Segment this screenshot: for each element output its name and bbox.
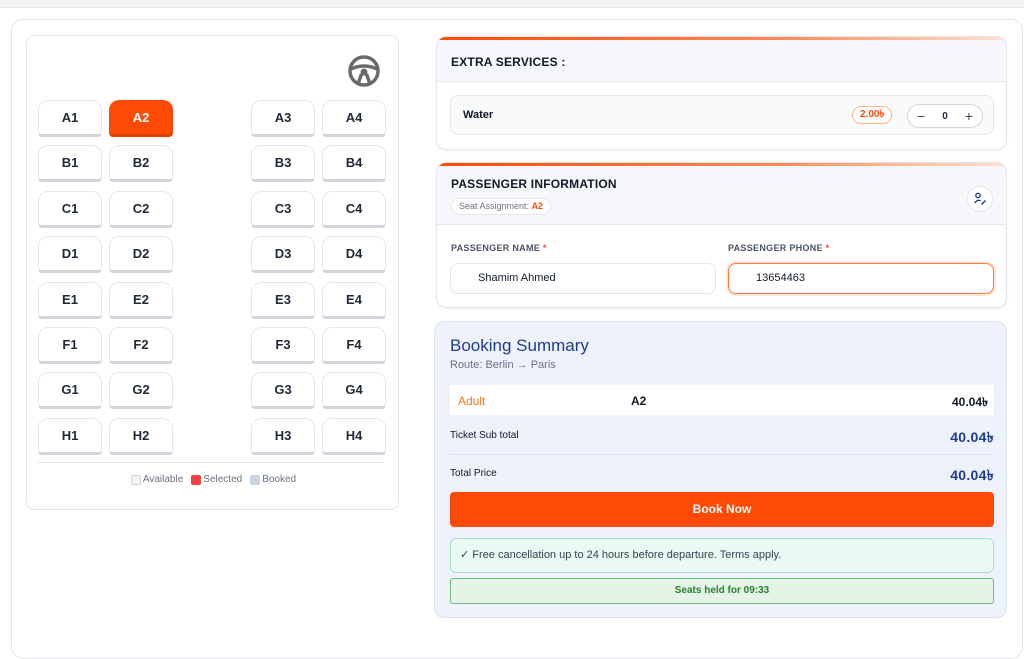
- seat-e2[interactable]: E2: [109, 282, 173, 319]
- legend-selected: Selected: [191, 474, 242, 485]
- passenger-name-label: PASSENGER NAME *: [451, 243, 547, 253]
- seat-h2[interactable]: H2: [109, 418, 173, 455]
- total-row: Total Price 40.04৳: [450, 457, 994, 493]
- subtotal-value: 40.04৳: [950, 429, 994, 445]
- service-name: Water: [463, 109, 494, 121]
- subtotal-label: Ticket Sub total: [450, 430, 519, 441]
- seat-g1[interactable]: G1: [38, 372, 102, 409]
- increment-button[interactable]: +: [962, 108, 976, 124]
- seat-a1[interactable]: A1: [38, 100, 102, 137]
- seat-g2[interactable]: G2: [109, 372, 173, 409]
- seat-c3[interactable]: C3: [251, 191, 315, 228]
- steering-wheel-icon: [348, 55, 380, 87]
- legend-available: Available: [130, 474, 183, 485]
- seat-b4[interactable]: B4: [322, 145, 386, 182]
- seat-b1[interactable]: B1: [38, 145, 102, 182]
- fare-type: Adult: [458, 394, 486, 408]
- booked-swatch: [250, 474, 261, 485]
- seat-f2[interactable]: F2: [109, 327, 173, 364]
- available-swatch: [130, 474, 141, 485]
- seat-c4[interactable]: C4: [322, 191, 386, 228]
- seat-a3[interactable]: A3: [251, 100, 315, 137]
- seat-f4[interactable]: F4: [322, 327, 386, 364]
- passenger-phone-label: PASSENGER PHONE *: [728, 243, 830, 253]
- seat-e1[interactable]: E1: [38, 282, 102, 319]
- top-strip: [0, 0, 1024, 8]
- subtotal-row: Ticket Sub total 40.04৳: [450, 419, 994, 455]
- seat-d2[interactable]: D2: [109, 236, 173, 273]
- seat-a2[interactable]: A2: [109, 100, 173, 137]
- legend-booked: Booked: [250, 474, 296, 485]
- book-now-button[interactable]: Book Now: [450, 492, 994, 527]
- quantity-stepper: − 0 +: [907, 104, 983, 128]
- service-item-water: Water 2.00৳ − 0 +: [450, 95, 994, 135]
- seat-f1[interactable]: F1: [38, 327, 102, 364]
- legend-divider: [38, 462, 384, 463]
- passenger-info-header: PASSENGER INFORMATION Seat Assignment: A…: [437, 166, 1006, 225]
- seat-a4[interactable]: A4: [322, 100, 386, 137]
- decrement-button[interactable]: −: [914, 108, 928, 124]
- extra-services-card: EXTRA SERVICES : Water 2.00৳ − 0 +: [436, 36, 1007, 150]
- user-edit-icon: [974, 192, 986, 205]
- passenger-info-card: PASSENGER INFORMATION Seat Assignment: A…: [436, 162, 1007, 308]
- service-price-badge: 2.00৳: [852, 106, 893, 124]
- passenger-info-title: PASSENGER INFORMATION: [451, 177, 617, 191]
- booking-summary: Booking Summary Route: Berlin → Paris Ad…: [434, 321, 1007, 618]
- quantity-value[interactable]: 0: [942, 111, 948, 122]
- check-icon: ✓: [460, 549, 470, 561]
- route-text: Route: Berlin → Paris: [450, 359, 556, 371]
- cancellation-note: ✓ Free cancellation up to 24 hours befor…: [450, 538, 994, 573]
- seat-d1[interactable]: D1: [38, 236, 102, 273]
- seat-c2[interactable]: C2: [109, 191, 173, 228]
- seat-d3[interactable]: D3: [251, 236, 315, 273]
- seat-c1[interactable]: C1: [38, 191, 102, 228]
- seat-legend: Available Selected Booked: [27, 474, 400, 485]
- seat-e3[interactable]: E3: [251, 282, 315, 319]
- summary-title: Booking Summary: [450, 336, 589, 355]
- adult-fare-row: Adult A2 40.04৳: [450, 385, 994, 415]
- fare-price: 40.04৳: [951, 395, 988, 409]
- seat-b3[interactable]: B3: [251, 145, 315, 182]
- passenger-phone-input[interactable]: 13654463: [728, 263, 994, 294]
- edit-passenger-button[interactable]: [967, 186, 993, 212]
- total-value: 40.04৳: [950, 467, 994, 483]
- seat-hold-timer: Seats held for 09:33: [450, 578, 994, 604]
- seat-f3[interactable]: F3: [251, 327, 315, 364]
- seat-e4[interactable]: E4: [322, 282, 386, 319]
- seat-b2[interactable]: B2: [109, 145, 173, 182]
- seat-h4[interactable]: H4: [322, 418, 386, 455]
- extra-services-header: EXTRA SERVICES :: [437, 40, 1006, 82]
- total-label: Total Price: [450, 468, 497, 479]
- fare-seat: A2: [631, 394, 647, 408]
- seat-h3[interactable]: H3: [251, 418, 315, 455]
- extra-services-title: EXTRA SERVICES :: [451, 55, 566, 69]
- seat-g3[interactable]: G3: [251, 372, 315, 409]
- seat-assignment-chip: Seat Assignment: A2: [451, 198, 552, 215]
- passenger-name-input[interactable]: Shamim Ahmed: [450, 263, 716, 294]
- selected-swatch: [191, 474, 202, 485]
- seat-d4[interactable]: D4: [322, 236, 386, 273]
- seat-h1[interactable]: H1: [38, 418, 102, 455]
- seat-g4[interactable]: G4: [322, 372, 386, 409]
